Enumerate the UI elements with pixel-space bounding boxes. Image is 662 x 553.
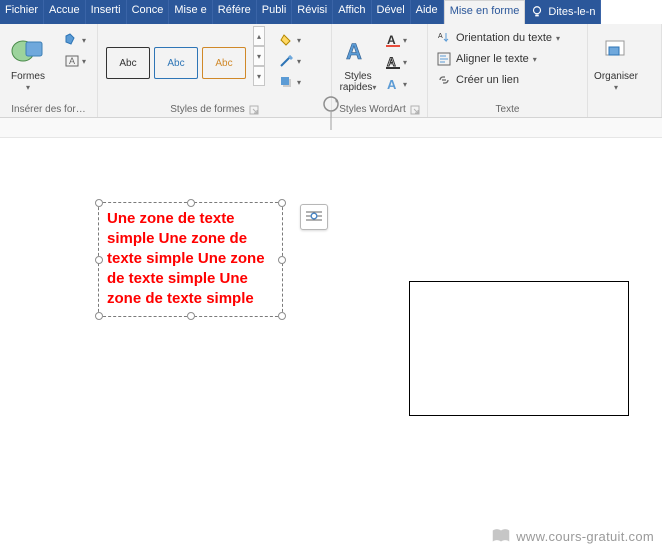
layout-options-button[interactable] [300, 204, 328, 230]
shape-effects-button[interactable]: ▾ [273, 72, 307, 92]
shapes-button[interactable]: Formes▾ [4, 26, 52, 98]
gallery-more-icon[interactable]: ▾ [253, 66, 265, 86]
shape-fill-button[interactable]: ▾ [273, 30, 307, 50]
text-direction-label: Orientation du texte [456, 32, 552, 44]
book-icon [490, 525, 512, 547]
draw-textbox-button[interactable]: A▾ [58, 51, 92, 71]
document-canvas[interactable]: Une zone de texte simple Une zone de tex… [0, 138, 662, 553]
link-icon [436, 72, 452, 88]
text-direction-button[interactable]: A Orientation du texte▾ [436, 28, 560, 48]
watermark: www.cours-gratuit.com [490, 525, 654, 547]
shape-style-2[interactable]: Abc [154, 47, 198, 79]
shapes-icon [10, 31, 46, 71]
tab-affichage[interactable]: Affich [333, 0, 371, 24]
create-link-button[interactable]: Créer un lien [436, 70, 560, 90]
quick-styles-button[interactable]: A Styles rapides▾ [336, 26, 380, 98]
rotate-handle[interactable] [321, 94, 341, 135]
wordart-icon: A [344, 31, 372, 71]
resize-handle-tl[interactable] [95, 199, 103, 207]
svg-text:A: A [346, 39, 362, 64]
create-link-label: Créer un lien [456, 74, 519, 86]
text-fill-button[interactable]: A▾ [382, 30, 410, 50]
shape-style-gallery[interactable]: Abc Abc Abc ▴ ▾ ▾ [102, 26, 265, 86]
text-direction-icon: A [436, 30, 452, 46]
svg-text:A: A [387, 33, 396, 47]
tab-mise-en-page[interactable]: Mise e [169, 0, 212, 24]
align-text-button[interactable]: Aligner le texte▾ [436, 49, 560, 69]
rectangle-shape[interactable] [409, 281, 629, 416]
resize-handle-tc[interactable] [187, 199, 195, 207]
group-insert-shapes-label: Insérer des for… [4, 102, 93, 117]
tell-me-label: Dites-le-n [548, 6, 595, 18]
textbox-content[interactable]: Une zone de texte simple Une zone de tex… [99, 203, 282, 316]
watermark-text: www.cours-gratuit.com [516, 529, 654, 544]
shapes-label: Formes [11, 71, 45, 82]
quick-styles-label: Styles rapides [340, 71, 373, 93]
svg-text:A: A [438, 33, 443, 40]
align-text-label: Aligner le texte [456, 53, 529, 65]
tab-fichier[interactable]: Fichier [0, 0, 44, 24]
svg-text:A: A [387, 77, 397, 92]
resize-handle-bl[interactable] [95, 312, 103, 320]
group-wordart-label: Styles WordArt [339, 104, 406, 115]
ribbon-tabs: Fichier Accue Inserti Conce Mise e Référ… [0, 0, 662, 24]
arrange-icon [602, 31, 630, 71]
resize-handle-bc[interactable] [187, 312, 195, 320]
text-outline-button[interactable]: A▾ [382, 52, 410, 72]
selected-textbox[interactable]: Une zone de texte simple Une zone de tex… [98, 202, 283, 317]
tab-accueil[interactable]: Accue [44, 0, 86, 24]
dialog-launcher-icon[interactable] [410, 105, 420, 115]
shape-outline-button[interactable]: ▾ [273, 51, 307, 71]
tab-aide[interactable]: Aide [411, 0, 444, 24]
arrange-button[interactable]: Organiser▾ [592, 26, 640, 98]
tab-developpeur[interactable]: Dével [372, 0, 411, 24]
lightbulb-icon [530, 5, 544, 19]
resize-handle-tr[interactable] [278, 199, 286, 207]
arrange-label: Organiser [594, 71, 638, 82]
group-arrange-label [592, 113, 657, 117]
resize-handle-ml[interactable] [95, 256, 103, 264]
svg-text:A: A [69, 56, 75, 66]
tab-publipostage[interactable]: Publi [257, 0, 292, 24]
svg-text:A: A [387, 55, 396, 69]
tab-insertion[interactable]: Inserti [86, 0, 127, 24]
group-shape-styles-label: Styles de formes [170, 104, 244, 115]
tab-references[interactable]: Référe [213, 0, 257, 24]
group-text-label: Texte [432, 102, 583, 117]
gallery-down-icon[interactable]: ▾ [253, 46, 265, 66]
align-text-icon [436, 51, 452, 67]
text-effects-button[interactable]: A▾ [382, 74, 410, 94]
shape-style-1[interactable]: Abc [106, 47, 150, 79]
resize-handle-mr[interactable] [278, 256, 286, 264]
gallery-up-icon[interactable]: ▴ [253, 26, 265, 46]
tab-tell-me[interactable]: Dites-le-n [525, 0, 601, 24]
resize-handle-br[interactable] [278, 312, 286, 320]
edit-shape-button[interactable]: ▾ [58, 30, 92, 50]
shape-style-3[interactable]: Abc [202, 47, 246, 79]
dialog-launcher-icon[interactable] [249, 105, 259, 115]
layout-options-icon [305, 209, 323, 225]
tab-revision[interactable]: Révisi [292, 0, 333, 24]
tab-conception[interactable]: Conce [127, 0, 170, 24]
tab-mise-en-forme[interactable]: Mise en forme [444, 0, 526, 24]
